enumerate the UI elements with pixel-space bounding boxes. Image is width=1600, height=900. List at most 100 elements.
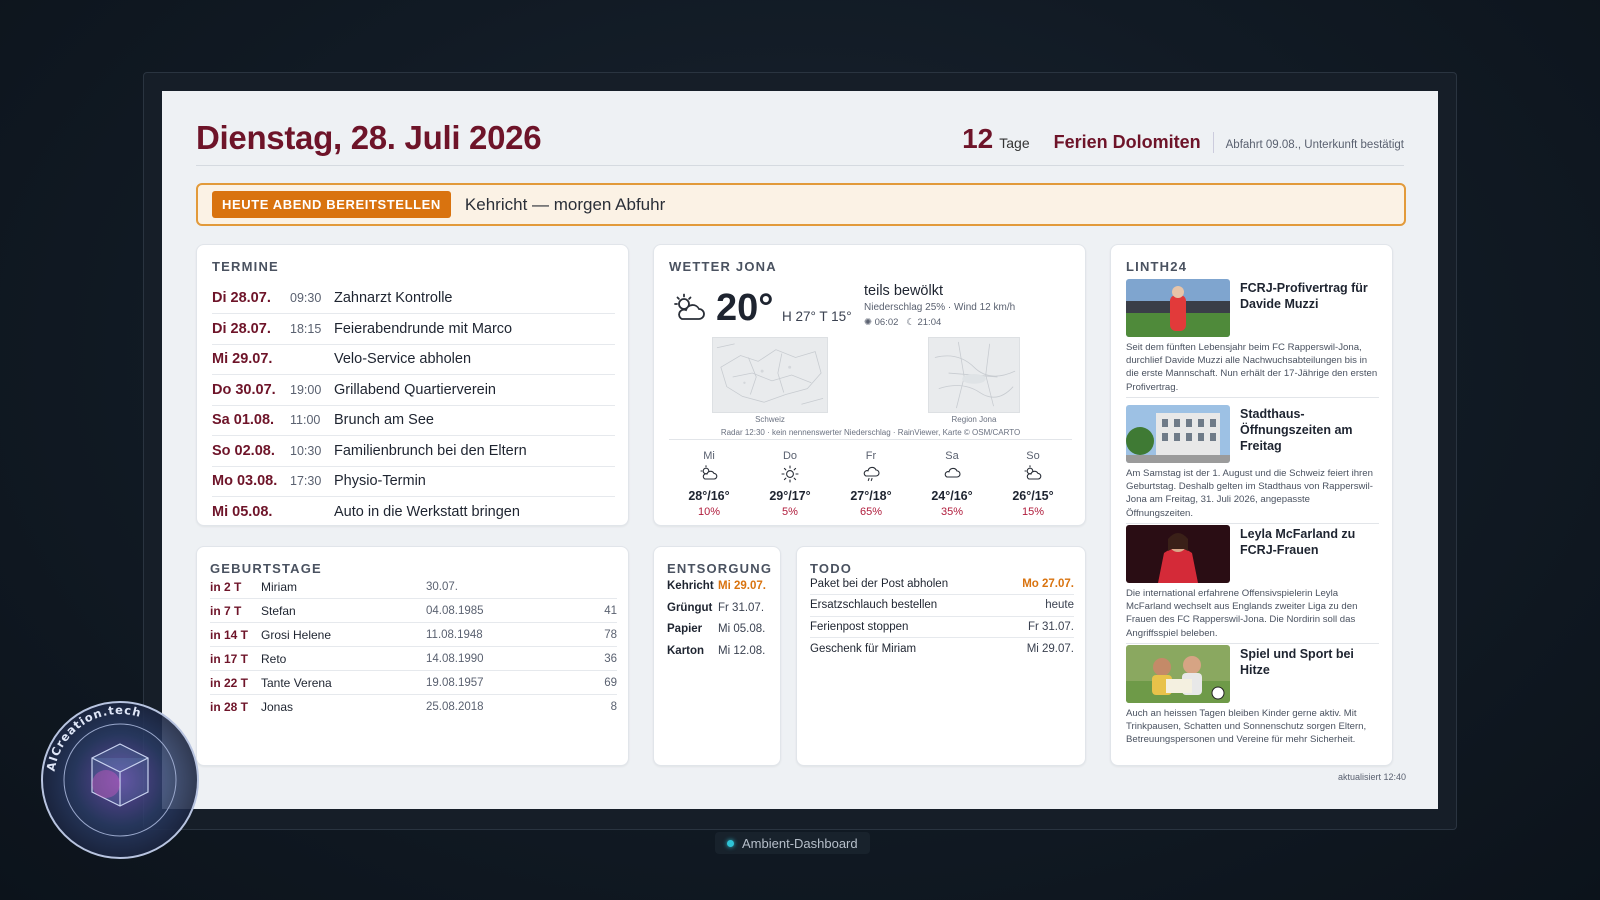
news-headline[interactable]: FCRJ-Profivertrag für Davide Muzzi xyxy=(1240,280,1380,312)
forecast-day-label: Fr xyxy=(865,450,877,462)
forecast-temperature: 28°/16° xyxy=(688,489,730,503)
todo-row[interactable]: Paket bei der Post abholen Mo 27.07. xyxy=(810,573,1074,595)
current-temperature: 20° xyxy=(716,287,774,329)
waste-row: Kehricht Mi 29.07. xyxy=(667,575,771,597)
partly-cloudy-icon xyxy=(672,293,706,328)
header-divider xyxy=(196,165,1404,166)
news-card: LINTH24 FCRJ-Profivertrag für Davide Muz… xyxy=(1110,244,1393,766)
last-updated: aktualisiert 12:40 xyxy=(1337,772,1406,782)
birthday-age: 69 xyxy=(604,676,617,689)
weather-title: WETTER JONA xyxy=(669,259,777,274)
news-teaser: Die international erfahrene Offensivspie… xyxy=(1126,588,1358,639)
birthday-age: 41 xyxy=(604,604,617,617)
weather-condition: teils bewölkt xyxy=(864,283,943,299)
rain-icon xyxy=(841,465,901,485)
todo-row[interactable]: Ferienpost stoppen Fr 31.07. xyxy=(810,616,1074,638)
appointment-row[interactable]: So 02.08. 10:30 Familienbrunch bei den Elt… xyxy=(212,436,615,467)
appointment-row[interactable]: Sa 01.08. 11:00 Brunch am See xyxy=(212,405,615,436)
waste-type: Grüngut xyxy=(667,601,713,614)
news-item[interactable]: Stadthaus-Öffnungszeiten am Freitag Am Sa… xyxy=(1126,405,1380,524)
watermark-logo: AICreation.tech xyxy=(40,700,200,860)
radar-map-switzerland[interactable] xyxy=(712,337,828,413)
todo-due: Mo 27.07. xyxy=(1022,577,1074,590)
birthday-age: 36 xyxy=(604,652,617,665)
birthday-name: Grosi Helene xyxy=(261,627,332,642)
appointment-time: 18:15 xyxy=(290,321,322,336)
news-headline[interactable]: Stadthaus-Öffnungszeiten am Freitag xyxy=(1240,406,1380,454)
forecast-temperature: 27°/18° xyxy=(850,489,892,503)
birthday-row: in 28 T Jonas 25.08.2018 8 xyxy=(210,695,617,719)
birthday-row: in 17 T Reto 14.08.1990 36 xyxy=(210,647,617,671)
birthdays-title: GEBURTSTAGE xyxy=(210,561,322,576)
appointment-text: Auto in die Werkstatt bringen xyxy=(334,504,520,520)
appointment-time: 09:30 xyxy=(290,291,322,305)
news-divider xyxy=(1126,397,1379,398)
appointment-row[interactable]: Di 28.07. 18:15 Feierabendrunde mit Marco xyxy=(212,314,615,345)
countdown-title: Ferien Dolomiten xyxy=(1054,132,1214,153)
appointment-row[interactable]: Mi 29.07. Velo-Service abholen xyxy=(212,344,615,375)
birthday-date: 25.08.2018 xyxy=(426,701,484,713)
birthday-row: in 22 T Tante Verena 19.08.1957 69 xyxy=(210,671,617,695)
birthday-row: in 14 T Grosi Helene 11.08.1948 78 xyxy=(210,623,617,647)
news-teaser: Auch an heissen Tagen bleiben Kinder ger… xyxy=(1126,708,1367,746)
alert-badge: HEUTE ABEND BEREITSTELLEN xyxy=(212,191,451,218)
news-item[interactable]: Spiel und Sport bei Hitze Auch an heissen… xyxy=(1126,645,1379,765)
appointment-time: 10:30 xyxy=(290,443,322,458)
forecast-temperature: 29°/17° xyxy=(769,489,811,503)
birthday-row: in 7 T Stefan 04.08.1985 41 xyxy=(210,599,617,623)
waste-date: Mi 12.08. xyxy=(718,644,766,657)
news-headline[interactable]: Leyla McFarland zu FCRJ-Frauen xyxy=(1240,526,1380,558)
partly-cloudy-icon xyxy=(1003,465,1063,485)
news-headline[interactable]: Spiel und Sport bei Hitze xyxy=(1240,646,1380,678)
appointment-text: Velo-Service abholen xyxy=(334,351,472,367)
todo-due: heute xyxy=(1045,599,1074,611)
high-low-temperature: H 27° T 15° xyxy=(782,309,852,324)
weather-card: WETTER JONA 20° H 27° T 15° teils bewölk… xyxy=(653,244,1086,526)
appointment-row[interactable]: Di 28.07. 09:30 Zahnarzt Kontrolle xyxy=(212,283,615,314)
countdown-subtitle: Abfahrt 09.08., Unterkunft bestätigt xyxy=(1225,139,1404,151)
forecast-day-label: So xyxy=(1026,450,1040,462)
appointment-date: Sa 01.08. xyxy=(212,412,275,428)
appointment-text: Grillabend Quartierverein xyxy=(334,381,496,398)
appointment-row[interactable]: Mi 05.08. Auto in die Werkstatt bringen xyxy=(212,497,615,528)
map-label-switzerland: Schweiz xyxy=(755,415,785,424)
birthday-name: Miriam xyxy=(261,579,297,594)
precip-wind: Niederschlag 25% · Wind 12 km/h xyxy=(864,302,1016,313)
appointment-date: Mi 29.07. xyxy=(212,351,273,367)
todo-text: Geschenk für Miriam xyxy=(810,642,917,655)
todo-card: TODO Paket bei der Post abholen Mo 27.07.… xyxy=(796,546,1086,766)
news-item[interactable]: FCRJ-Profivertrag für Davide Muzzi Seit d… xyxy=(1126,279,1380,398)
birthday-countdown: in 14 T xyxy=(210,627,249,642)
appointment-text: Physio-Termin xyxy=(334,473,426,489)
birthday-age: 8 xyxy=(610,701,617,713)
appointment-date: Mo 03.08. xyxy=(212,473,278,489)
birthday-countdown: in 17 T xyxy=(210,651,249,666)
appointment-row[interactable]: Mo 03.08. 17:30 Physio-Termin xyxy=(212,466,615,497)
waste-type: Karton xyxy=(667,644,705,657)
waste-row: Grüngut Fr 31.07. xyxy=(667,597,771,619)
birthday-countdown: in 28 T xyxy=(210,700,249,714)
birthday-date: 14.08.1990 xyxy=(426,652,484,665)
radar-map-region[interactable] xyxy=(928,337,1020,413)
forecast-precip: 15% xyxy=(1021,506,1045,518)
appointment-date: Do 30.07. xyxy=(212,381,276,398)
todo-due: Fr 31.07. xyxy=(1027,620,1074,633)
birthday-name: Jonas xyxy=(261,700,294,714)
forecast-day-label: Sa xyxy=(945,450,959,462)
birthday-countdown: in 7 T xyxy=(210,603,242,618)
waste-card: ENTSORGUNG Kehricht Mi 29.07. Grüngut Fr 31… xyxy=(653,546,781,766)
radar-note: Radar 12:30 · kein nennenswerter Nieders… xyxy=(669,428,1072,440)
news-item[interactable]: Leyla McFarland zu FCRJ-Frauen Die intern… xyxy=(1126,525,1380,644)
page-title: Dienstag, 28. Juli 2026 xyxy=(196,119,542,156)
news-title: LINTH24 xyxy=(1126,259,1188,274)
waste-date: Fr 31.07. xyxy=(718,601,765,614)
todo-text: Paket bei der Post abholen xyxy=(810,577,949,590)
todo-row[interactable]: Ersatzschlauch bestellen heute xyxy=(810,595,1074,617)
appointment-text: Brunch am See xyxy=(334,412,434,428)
dashboard-screen: Dienstag, 28. Juli 2026 12 Tage Ferien D… xyxy=(162,91,1438,809)
status-dot xyxy=(727,839,734,847)
map-label-region: Region Jona xyxy=(951,415,997,424)
appointment-row[interactable]: Do 30.07. 19:00 Grillabend Quartierverein xyxy=(212,375,615,406)
todo-row[interactable]: Geschenk für Miriam Mi 29.07. xyxy=(810,638,1074,660)
partly-cloudy-icon xyxy=(679,465,739,485)
